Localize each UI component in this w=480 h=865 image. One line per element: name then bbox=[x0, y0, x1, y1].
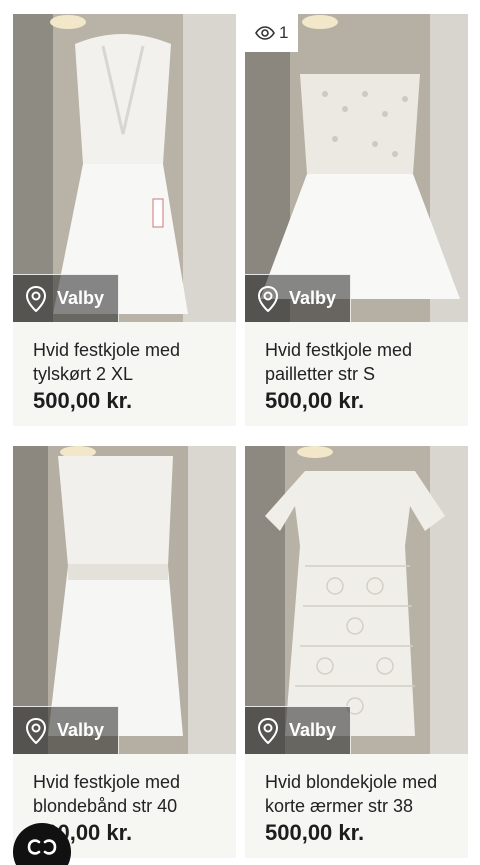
map-pin-icon bbox=[257, 285, 279, 312]
listing-title[interactable]: Hvid blondekjole med korte ærmer str 38 bbox=[265, 770, 460, 818]
map-pin-icon bbox=[25, 717, 47, 744]
location-label: Valby bbox=[57, 720, 105, 740]
location-tag: Valby bbox=[245, 274, 352, 322]
location-label: Valby bbox=[57, 288, 105, 308]
map-pin-icon bbox=[257, 717, 279, 744]
listing-info: Hvid festkjole med pailletter str S 500,… bbox=[245, 322, 468, 426]
listing-title[interactable]: Hvid festkjole med pailletter str S bbox=[265, 338, 460, 386]
listing-title[interactable]: Hvid festkjole med tylskørt 2 XL bbox=[33, 338, 228, 386]
location-label: Valby bbox=[289, 720, 337, 740]
listing-price: 500,00 kr. bbox=[265, 820, 365, 845]
listing-card[interactable]: Valby Hvid festkjole med tylskørt 2 XL 5… bbox=[13, 14, 236, 426]
views-badge: 1 bbox=[245, 14, 299, 52]
map-pin-icon bbox=[25, 285, 47, 312]
listing-card[interactable]: Valby Hvid festkjole med blondebånd str … bbox=[13, 446, 236, 858]
listing-card[interactable]: Valby Hvid blondekjole med korte ærmer s… bbox=[245, 446, 468, 858]
location-tag: Valby bbox=[13, 706, 120, 754]
listing-price: 500,00 kr. bbox=[33, 388, 133, 413]
views-count: 1 bbox=[279, 23, 289, 42]
eye-icon bbox=[255, 26, 275, 40]
chat-icon bbox=[27, 839, 57, 855]
location-tag: Valby bbox=[13, 274, 120, 322]
listing-card[interactable]: 1 Valby Hvid festkjole med pailletter st… bbox=[245, 14, 468, 426]
location-label: Valby bbox=[289, 288, 337, 308]
location-tag: Valby bbox=[245, 706, 352, 754]
listing-title[interactable]: Hvid festkjole med blondebånd str 40 bbox=[33, 770, 228, 818]
listing-price: 500,00 kr. bbox=[265, 388, 365, 413]
listing-info: Hvid blondekjole med korte ærmer str 38 … bbox=[245, 754, 468, 858]
listing-info: Hvid festkjole med tylskørt 2 XL 500,00 … bbox=[13, 322, 236, 426]
